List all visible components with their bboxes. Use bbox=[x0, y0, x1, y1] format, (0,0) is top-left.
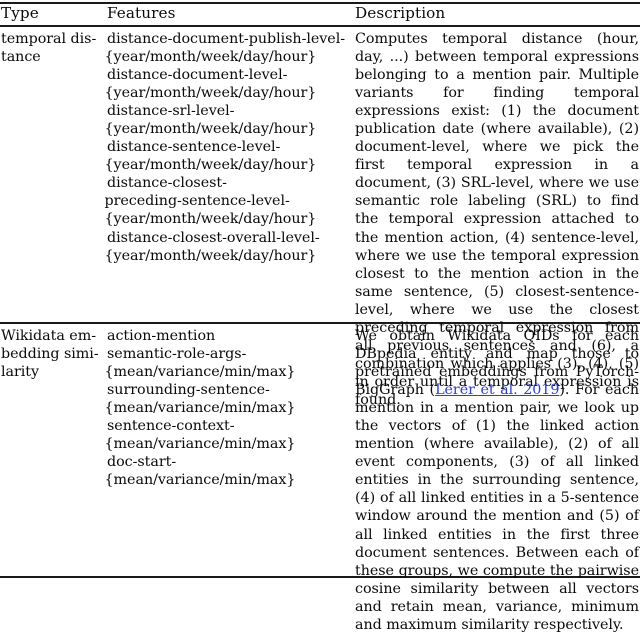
row-type-cell: temporal dis- tance bbox=[1, 30, 102, 66]
feature-item: preceding-sentence-level- bbox=[104, 193, 290, 210]
table-header-rule bbox=[0, 25, 640, 27]
row-description-text: We obtain Wikidata QIDs for each DBpedia… bbox=[355, 327, 639, 634]
column-header-description: Description bbox=[355, 3, 639, 24]
feature-item: distance-document-publish-level- bbox=[107, 31, 346, 47]
column-header-description-label: Description bbox=[355, 4, 446, 22]
feature-item: {year/month/week/day/hour} bbox=[104, 211, 317, 228]
feature-item: distance-closest- bbox=[107, 175, 227, 192]
column-header-type-label: Type bbox=[1, 4, 39, 22]
row-description-cell: We obtain Wikidata QIDs for each DBpedia… bbox=[355, 327, 639, 634]
feature-item: {year/month/week/day/hour} bbox=[104, 121, 317, 138]
column-header-features-label: Features bbox=[107, 4, 176, 22]
feature-item: surrounding-sentence- bbox=[107, 382, 270, 399]
row-type-line-2: tance bbox=[1, 49, 41, 66]
feature-item: {year/month/week/day/hour} bbox=[104, 247, 317, 264]
feature-item: sentence-context- bbox=[107, 418, 235, 435]
feature-item: {year/month/week/day/hour} bbox=[104, 49, 317, 66]
feature-item: {mean/variance/min/max} bbox=[104, 400, 296, 417]
feature-item: distance-closest-overall-level- bbox=[107, 229, 320, 246]
citation-link-lerer-2019[interactable]: Lerer et al. 2019 bbox=[435, 382, 559, 398]
description-text-after-citation: ). For each mention in a mention pair, w… bbox=[355, 382, 639, 633]
column-header-type: Type bbox=[1, 3, 102, 24]
feature-table: Type Features Description temporal dis- … bbox=[0, 0, 640, 633]
feature-item: {year/month/week/day/hour} bbox=[104, 157, 317, 174]
feature-item: action-mention bbox=[107, 328, 216, 344]
feature-item: distance-document-level- bbox=[107, 67, 288, 84]
row-type-cell: Wikidata em- bedding simi- larity bbox=[1, 327, 102, 381]
feature-list: distance-document-publish-level- {year/m… bbox=[104, 30, 347, 265]
row-type-line-1: temporal dis- bbox=[1, 31, 97, 47]
feature-item: doc-start- bbox=[107, 454, 177, 471]
feature-item: {year/month/week/day/hour} bbox=[104, 85, 317, 102]
row-type-line-1: Wikidata em- bbox=[1, 328, 96, 344]
row-features-cell: distance-document-publish-level- {year/m… bbox=[104, 30, 347, 265]
row-type-line-2: bedding simi- bbox=[1, 346, 99, 363]
feature-item: {mean/variance/min/max} bbox=[104, 436, 296, 453]
feature-item: distance-srl-level- bbox=[107, 103, 235, 120]
feature-list: action-mention semantic-role-args- {mean… bbox=[104, 327, 347, 489]
row-type-line-3: larity bbox=[1, 364, 40, 381]
feature-item: semantic-role-args- bbox=[107, 346, 247, 363]
feature-item: distance-sentence-level- bbox=[107, 139, 281, 156]
feature-item: {mean/variance/min/max} bbox=[104, 472, 296, 489]
feature-item: {mean/variance/min/max} bbox=[104, 364, 296, 381]
row-features-cell: action-mention semantic-role-args- {mean… bbox=[104, 327, 347, 489]
column-header-features: Features bbox=[107, 3, 347, 24]
